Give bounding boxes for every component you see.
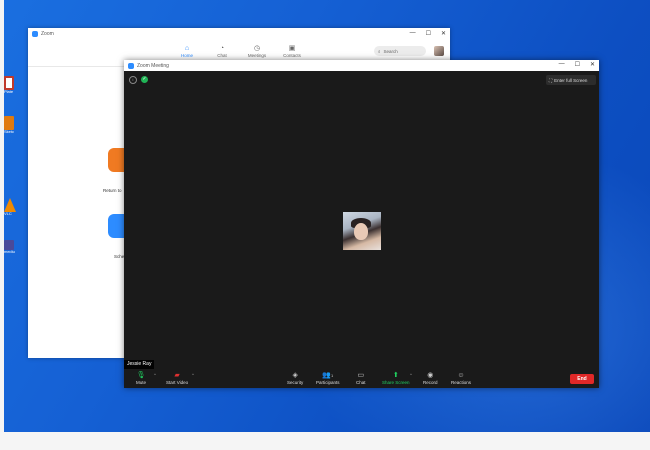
end-meeting-button[interactable]: End — [570, 374, 594, 384]
tab-home-label: Home — [180, 53, 193, 58]
participants-icon: 👥1 — [322, 372, 334, 379]
document-icon — [4, 76, 14, 90]
participant-photo-face — [354, 223, 368, 240]
video-options-caret[interactable]: ^ — [192, 372, 194, 377]
tab-contacts-label: Contacts — [283, 53, 301, 58]
chat-icon: ◔ — [219, 45, 225, 52]
minimize-button[interactable]: — — [410, 30, 416, 37]
screen-border-bottom — [0, 432, 650, 450]
search-icon: ⌕ — [378, 48, 381, 54]
fullscreen-icon: ⛶ — [549, 77, 553, 83]
search-input[interactable]: ⌕ Search — [374, 46, 426, 56]
share-screen-icon: ⬆ — [392, 372, 399, 379]
screen-border-left — [0, 0, 4, 450]
meeting-title: Zoom Meeting — [137, 62, 169, 69]
mute-label: Mute — [136, 380, 147, 385]
close-button[interactable]: ✕ — [441, 30, 446, 37]
tab-home[interactable]: ⌂ Home — [172, 44, 202, 58]
record-icon: ◉ — [427, 372, 434, 379]
tab-contacts[interactable]: ▣ Contacts — [277, 44, 307, 58]
maximize-button[interactable]: ☐ — [426, 30, 431, 37]
info-icon[interactable]: i — [129, 76, 137, 84]
minimize-button[interactable]: — — [559, 61, 565, 68]
app-icon — [4, 116, 14, 130]
window-controls: — ☐ ✕ — [410, 30, 446, 37]
desktop-icon-plate[interactable]: Plate — [4, 76, 22, 94]
home-icon: ⌂ — [184, 45, 190, 52]
share-options-caret[interactable]: ^ — [410, 372, 412, 377]
meeting-toolbar: 🎙 Mute ^ ▰ Start Video ^ ◈ Security 👥1 P… — [124, 370, 599, 388]
tab-meetings[interactable]: ◷ Meetings — [242, 44, 272, 58]
participants-label: Participants — [316, 380, 340, 385]
reactions-icon: ☺ — [457, 372, 465, 379]
home-button-label: Sche — [114, 254, 125, 259]
video-off-icon: ▰ — [174, 372, 180, 379]
zoom-main-title: Zoom — [41, 31, 54, 37]
shield-icon: ◈ — [292, 372, 298, 379]
chat-label: Chat — [356, 380, 366, 385]
start-video-button[interactable]: ▰ Start Video — [166, 371, 188, 385]
start-video-label: Start Video — [166, 380, 189, 385]
reactions-label: Reactions — [451, 380, 472, 385]
participants-count: 1 — [331, 373, 334, 378]
encryption-shield-icon[interactable]: ✓ — [141, 76, 148, 83]
contacts-icon: ▣ — [288, 45, 296, 52]
zoom-logo-icon — [128, 62, 134, 69]
record-label: Record — [423, 380, 438, 385]
vlc-cone-icon — [4, 198, 16, 212]
chat-button[interactable]: ▭ Chat — [356, 371, 366, 385]
microphone-icon: 🎙 — [136, 372, 146, 379]
share-screen-button[interactable]: ⬆ Share Screen — [382, 371, 410, 385]
enter-fullscreen-button[interactable]: ⛶ Enter full Screen — [546, 75, 596, 85]
security-button[interactable]: ◈ Security — [287, 371, 303, 385]
mute-button[interactable]: 🎙 Mute — [136, 371, 146, 385]
search-placeholder: Search — [383, 48, 398, 54]
desktop-icon-vlc[interactable]: VLC — [4, 198, 22, 216]
desktop-icon-sketch[interactable]: Sketc — [4, 116, 22, 134]
tab-chat[interactable]: ◔ Chat — [207, 44, 237, 58]
close-button[interactable]: ✕ — [590, 61, 595, 68]
clock-icon: ◷ — [253, 45, 261, 52]
record-button[interactable]: ◉ Record — [423, 371, 438, 385]
desktop-icon-label: VLC — [4, 211, 12, 216]
zoom-main-titlebar: Zoom — [28, 28, 450, 40]
participant-video-tile[interactable] — [343, 212, 381, 250]
share-screen-label: Share Screen — [382, 380, 410, 385]
window-controls: — ☐ ✕ — [559, 61, 595, 68]
desktop-icon-media[interactable]: mediu — [4, 240, 22, 254]
chat-icon: ▭ — [357, 372, 365, 379]
maximize-button[interactable]: ☐ — [575, 61, 580, 68]
fullscreen-label: Enter full Screen — [554, 77, 588, 83]
participant-name-tag: Jessie Ray — [124, 360, 155, 369]
tab-chat-label: Chat — [217, 53, 227, 58]
zoom-meeting-window: Zoom Meeting — ☐ ✕ i ✓ ⛶ Enter full Scre… — [124, 60, 599, 388]
avatar[interactable] — [434, 46, 444, 56]
audio-options-caret[interactable]: ^ — [154, 372, 156, 377]
meeting-titlebar: Zoom Meeting — [124, 60, 599, 71]
desktop-icon-label: Sketc — [4, 129, 15, 134]
zoom-logo-icon — [32, 31, 38, 37]
home-button-label: Return to — [103, 188, 122, 193]
desktop-icon-label: Plate — [4, 89, 14, 94]
participants-button[interactable]: 👥1 Participants — [316, 371, 340, 385]
tab-meetings-label: Meetings — [247, 53, 267, 58]
security-label: Security — [287, 380, 304, 385]
reactions-button[interactable]: ☺ Reactions — [451, 371, 471, 385]
desktop-icon-label: mediu — [4, 249, 15, 254]
